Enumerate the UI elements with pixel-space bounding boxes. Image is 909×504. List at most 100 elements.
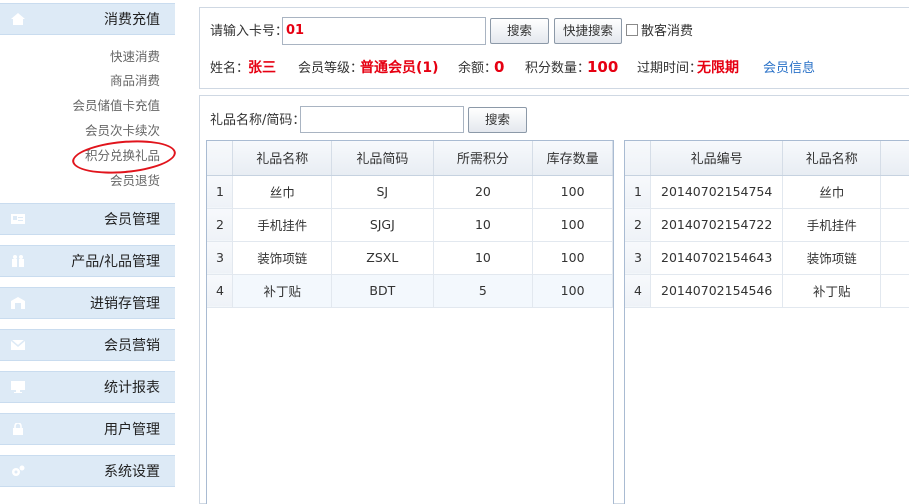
nav-label: 用户管理 [104,422,160,438]
column-header[interactable]: 库存数量 [532,141,613,176]
table-cell: 补丁贴 [782,274,882,308]
table-cell: 装饰项链 [232,241,333,275]
table-cell [880,241,909,275]
table-cell: 20140702154754 [650,175,784,209]
table-header-row: 礼品名称 礼品简码 所需积分 库存数量 [207,141,613,176]
nav-member-marketing[interactable]: 会员营销 [0,329,175,361]
nav-label: 消费充值 [104,12,160,28]
table-row[interactable]: 2 手机挂件 SJGJ 10 100 [207,208,613,242]
table-cell: 10 [433,208,534,242]
table-cell: BDT [331,274,434,308]
table-cell: SJGJ [331,208,434,242]
gift-search-label: 礼品名称/简码： [210,113,306,128]
nav-statistics-report[interactable]: 统计报表 [0,371,175,403]
table-row[interactable]: 3 装饰项链 ZSXL 10 100 [207,241,613,275]
gift-list-table: 礼品名称 礼品简码 所需积分 库存数量 1 丝巾 SJ 20 100 2 手机挂… [207,141,613,308]
column-header[interactable]: 礼品名称 [232,141,333,176]
name-label: 姓名： [210,61,250,76]
table-cell: SJ [331,175,434,209]
card-number-label: 请输入卡号： [210,24,289,39]
points-value: 100 [587,58,619,76]
table-cell: 手机挂件 [232,208,333,242]
sub-item-points-redeem-gift[interactable]: 积分兑换礼品 [85,148,160,164]
nav-label: 会员营销 [104,338,160,354]
selected-gift-grid: 礼品编号 礼品名称 1 20140702154754 丝巾 2 20140702 [624,140,909,504]
mail-icon [11,339,25,350]
row-number: 4 [625,274,652,308]
nav-consume-recharge[interactable]: 消费充值 [0,3,175,35]
nav-user-management[interactable]: 用户管理 [0,413,175,445]
table-cell: ZSXL [331,241,434,275]
nav-product-gift-management[interactable]: 产品/礼品管理 [0,245,175,277]
table-row[interactable]: 1 20140702154754 丝巾 [625,175,909,209]
column-header [207,141,234,176]
table-cell [880,208,909,242]
sidebar: 消费充值 快速消费 商品消费 会员储值卡充值 会员次卡续次 积分兑换礼品 会员退… [0,0,178,504]
gift-icon [12,255,24,267]
report-icon [11,381,25,393]
app-window: 消费充值 快速消费 商品消费 会员储值卡充值 会员次卡续次 积分兑换礼品 会员退… [0,0,909,504]
nav-member-management[interactable]: 会员管理 [0,203,175,235]
sub-item-times-card-renew[interactable]: 会员次卡续次 [85,123,160,139]
row-number: 1 [625,175,652,209]
table-cell: 5 [433,274,534,308]
lock-icon [13,423,23,435]
row-number: 2 [207,208,234,242]
quick-search-button[interactable]: 快捷搜索 [554,18,622,44]
table-cell: 100 [532,175,613,209]
sub-item-member-return[interactable]: 会员退货 [110,173,160,189]
nav-inventory-management[interactable]: 进销存管理 [0,287,175,319]
table-cell: 丝巾 [232,175,333,209]
table-cell: 100 [532,208,613,242]
gift-search-button[interactable]: 搜索 [468,107,527,133]
table-cell [880,274,909,308]
table-cell: 补丁贴 [232,274,333,308]
table-row[interactable]: 4 20140702154546 补丁贴 [625,274,909,308]
name-value: 张三 [248,60,276,76]
table-header-row: 礼品编号 礼品名称 [625,141,909,176]
nav-label: 统计报表 [104,380,160,396]
search-button[interactable]: 搜索 [490,18,549,44]
row-number: 3 [207,241,234,275]
guest-consume-checkbox[interactable] [626,24,638,36]
sub-item-product-consume[interactable]: 商品消费 [110,73,160,89]
home-icon [11,13,25,25]
sub-item-quick-consume[interactable]: 快速消费 [110,49,160,65]
column-header[interactable]: 所需积分 [433,141,534,176]
table-cell: 丝巾 [782,175,882,209]
column-header[interactable]: 礼品编号 [650,141,784,176]
row-number: 4 [207,274,234,308]
gear-icon [12,465,25,476]
level-value: 普通会员(1) [360,60,439,76]
nav-label: 进销存管理 [90,296,160,312]
column-header[interactable]: 礼品简码 [331,141,434,176]
table-cell: 100 [532,274,613,308]
level-label: 会员等级： [298,61,364,76]
table-row[interactable]: 3 20140702154643 装饰项链 [625,241,909,275]
table-cell: 20 [433,175,534,209]
sub-item-stored-value-recharge[interactable]: 会员储值卡充值 [72,98,160,114]
table-cell [880,175,909,209]
nav-label: 会员管理 [104,212,160,228]
table-row[interactable]: 2 20140702154722 手机挂件 [625,208,909,242]
selected-gift-table: 礼品编号 礼品名称 1 20140702154754 丝巾 2 20140702 [625,141,909,308]
column-header-overflow [880,141,909,176]
member-info-panel: 请输入卡号： 01 搜索 快捷搜索 散客消费 姓名： 张三 会员等级： 普通会员… [199,7,909,89]
nav-system-settings[interactable]: 系统设置 [0,455,175,487]
card-number-input[interactable]: 01 [282,17,486,45]
table-row[interactable]: 1 丝巾 SJ 20 100 [207,175,613,209]
balance-value: 0 [494,58,505,76]
table-cell: 20140702154722 [650,208,784,242]
table-row[interactable]: 4 补丁贴 BDT 5 100 [207,274,613,308]
row-number: 3 [625,241,652,275]
member-info-link[interactable]: 会员信息 [763,61,815,77]
gift-list-grid: 礼品名称 礼品简码 所需积分 库存数量 1 丝巾 SJ 20 100 2 手机挂… [206,140,614,504]
balance-label: 余额： [458,61,498,76]
gift-search-input[interactable] [300,106,464,133]
nav-label: 系统设置 [104,464,160,480]
column-header[interactable]: 礼品名称 [782,141,882,176]
table-cell: 20140702154643 [650,241,784,275]
nav-label: 产品/礼品管理 [71,254,160,270]
expire-value: 无限期 [697,60,739,76]
gift-redeem-panel: 礼品名称/简码： 搜索 礼品名称 礼品简码 所需积分 库存数量 1 丝巾 SJ … [199,95,909,504]
